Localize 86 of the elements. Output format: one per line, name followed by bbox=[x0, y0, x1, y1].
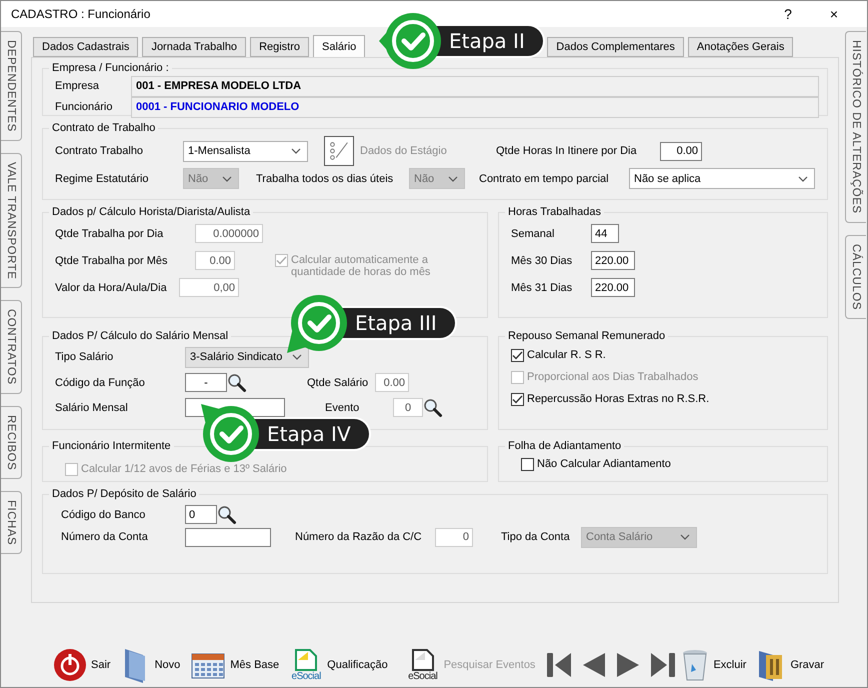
caret-icon bbox=[292, 354, 302, 360]
caret-icon bbox=[291, 148, 301, 154]
tab[interactable]: Jornada Trabalho bbox=[142, 37, 246, 57]
caret-icon bbox=[680, 534, 690, 540]
tab[interactable]: Anotações Gerais bbox=[688, 37, 794, 57]
read-only-field: 001 - EMPRESA MODELO LTDA bbox=[131, 76, 819, 96]
side-tab[interactable]: CÁLCULOS bbox=[845, 234, 866, 319]
toolbar-button[interactable]: Mês Base bbox=[230, 659, 280, 671]
esocial-logo: eSocial bbox=[406, 648, 440, 682]
checkbox-label: Repercussão Horas Extras no R.S.R. bbox=[527, 393, 710, 405]
field-label: Qtde Salário bbox=[307, 376, 370, 388]
caret-icon bbox=[448, 176, 458, 182]
toolbar-button[interactable]: Gravar bbox=[790, 659, 824, 671]
tab[interactable]: Salário bbox=[313, 35, 366, 57]
checkbox-label: Proporcional aos Dias Trabalhados bbox=[527, 371, 698, 383]
close-button[interactable]: × bbox=[811, 5, 857, 23]
checkbox-label: Não Calcular Adiantamento bbox=[537, 458, 671, 470]
tab[interactable]: Registro bbox=[250, 37, 310, 57]
checkbox[interactable] bbox=[511, 392, 524, 406]
input-field[interactable]: 220.00 bbox=[591, 251, 635, 270]
field-label: Qtde Trabalha por Dia bbox=[55, 228, 164, 240]
side-tab[interactable]: VALE TRANSPORTE bbox=[1, 152, 22, 288]
toolbar-button[interactable]: Sair bbox=[91, 659, 111, 671]
input-field[interactable]: - bbox=[185, 373, 227, 392]
dropdown[interactable]: 1-Mensalista bbox=[183, 140, 308, 162]
esocial-logo: eSocial bbox=[289, 648, 324, 682]
input-field[interactable]: 44 bbox=[591, 224, 619, 243]
checkbox[interactable] bbox=[521, 458, 534, 470]
input-field[interactable]: 0 bbox=[185, 505, 217, 524]
toolbar-button[interactable]: Novo bbox=[154, 659, 180, 671]
input-field[interactable] bbox=[185, 528, 271, 546]
window-title: CADASTRO : Funcionário bbox=[11, 7, 150, 21]
field-label: Tipo Salário bbox=[55, 351, 114, 363]
caret-icon bbox=[798, 176, 808, 182]
field-label: Tipo da Conta bbox=[501, 531, 571, 543]
group-title: Dados P/ Cálculo do Salário Mensal bbox=[51, 330, 230, 342]
trash-icon bbox=[681, 648, 710, 682]
group-title: Dados p/ Cálculo Horista/Diarista/Aulista bbox=[51, 206, 252, 218]
field-label: Regime Estatutário bbox=[55, 172, 150, 184]
checkbox-label: Calcular 1/12 avos de Férias e 13º Salário bbox=[81, 463, 287, 475]
power-icon bbox=[53, 648, 87, 682]
tab[interactable]: Dados Cadastrais bbox=[33, 37, 138, 57]
checkbox-label: Calcular automaticamente a quantidade de horas do mês bbox=[291, 254, 432, 278]
input-field[interactable]: 220.00 bbox=[591, 278, 635, 297]
field-label: Empresa bbox=[55, 80, 100, 92]
dropdown[interactable]: Não se aplica bbox=[629, 168, 815, 189]
field-label: Código do Banco bbox=[61, 508, 146, 520]
field-label: Semanal bbox=[511, 228, 556, 240]
toolbar-button[interactable]: Excluir bbox=[713, 659, 746, 671]
side-tab[interactable]: HISTÓRICO DE ALTERAÇÕES bbox=[845, 31, 866, 223]
search-icon[interactable] bbox=[423, 398, 443, 418]
field-label: Trabalha todos os dias úteis bbox=[256, 172, 394, 184]
field-label: Valor da Hora/Aula/Dia bbox=[55, 282, 168, 294]
group-title: Dados P/ Depósito de Salário bbox=[51, 488, 198, 500]
tab[interactable]: Dados Complementares bbox=[547, 37, 684, 57]
search-icon[interactable] bbox=[217, 504, 237, 524]
group-title: Repouso Semanal Remunerado bbox=[507, 330, 666, 342]
search-icon[interactable] bbox=[227, 372, 247, 392]
field-label: Contrato em tempo parcial bbox=[479, 172, 610, 184]
field-label: Qtde Horas In Itinere por Dia bbox=[496, 145, 638, 157]
field-label: Evento bbox=[325, 402, 360, 414]
field-label: Número da Conta bbox=[61, 531, 149, 543]
field-label: Número da Razão da C/C bbox=[295, 531, 423, 543]
read-only-field: 0001 - FUNCIONARIO MODELO bbox=[131, 96, 819, 118]
side-tab[interactable]: FICHAS bbox=[1, 491, 22, 554]
field-label: Contrato Trabalho bbox=[55, 145, 144, 157]
side-tab[interactable]: CONTRATOS bbox=[1, 300, 22, 394]
input-field[interactable]: 0.00 bbox=[660, 142, 702, 160]
field-label: Mês 30 Dias bbox=[511, 254, 574, 266]
checkbox[interactable] bbox=[511, 348, 524, 362]
checkbox-label: Calcular R. S R. bbox=[527, 349, 606, 361]
field-label: Código da Função bbox=[55, 376, 146, 388]
group-title: Empresa / Funcionário : bbox=[51, 62, 170, 74]
caret-icon bbox=[222, 176, 232, 182]
group-title: Funcionário Intermitente bbox=[51, 440, 172, 452]
help-button[interactable]: ? bbox=[765, 5, 811, 23]
field-label: Qtde Trabalha por Mês bbox=[55, 254, 169, 266]
side-tab[interactable]: DEPENDENTES bbox=[1, 31, 22, 141]
field-label: Funcionário bbox=[55, 101, 114, 113]
group-title: Horas Trabalhadas bbox=[507, 206, 602, 218]
toolbar-button[interactable]: Qualificação bbox=[327, 659, 388, 671]
field-label: Salário Mensal bbox=[55, 402, 129, 414]
side-tab[interactable]: RECIBOS bbox=[1, 406, 22, 480]
group-title: Folha de Adiantamento bbox=[507, 440, 622, 452]
group-title: Contrato de Trabalho bbox=[51, 122, 156, 134]
field-label: Mês 31 Dias bbox=[511, 282, 574, 294]
